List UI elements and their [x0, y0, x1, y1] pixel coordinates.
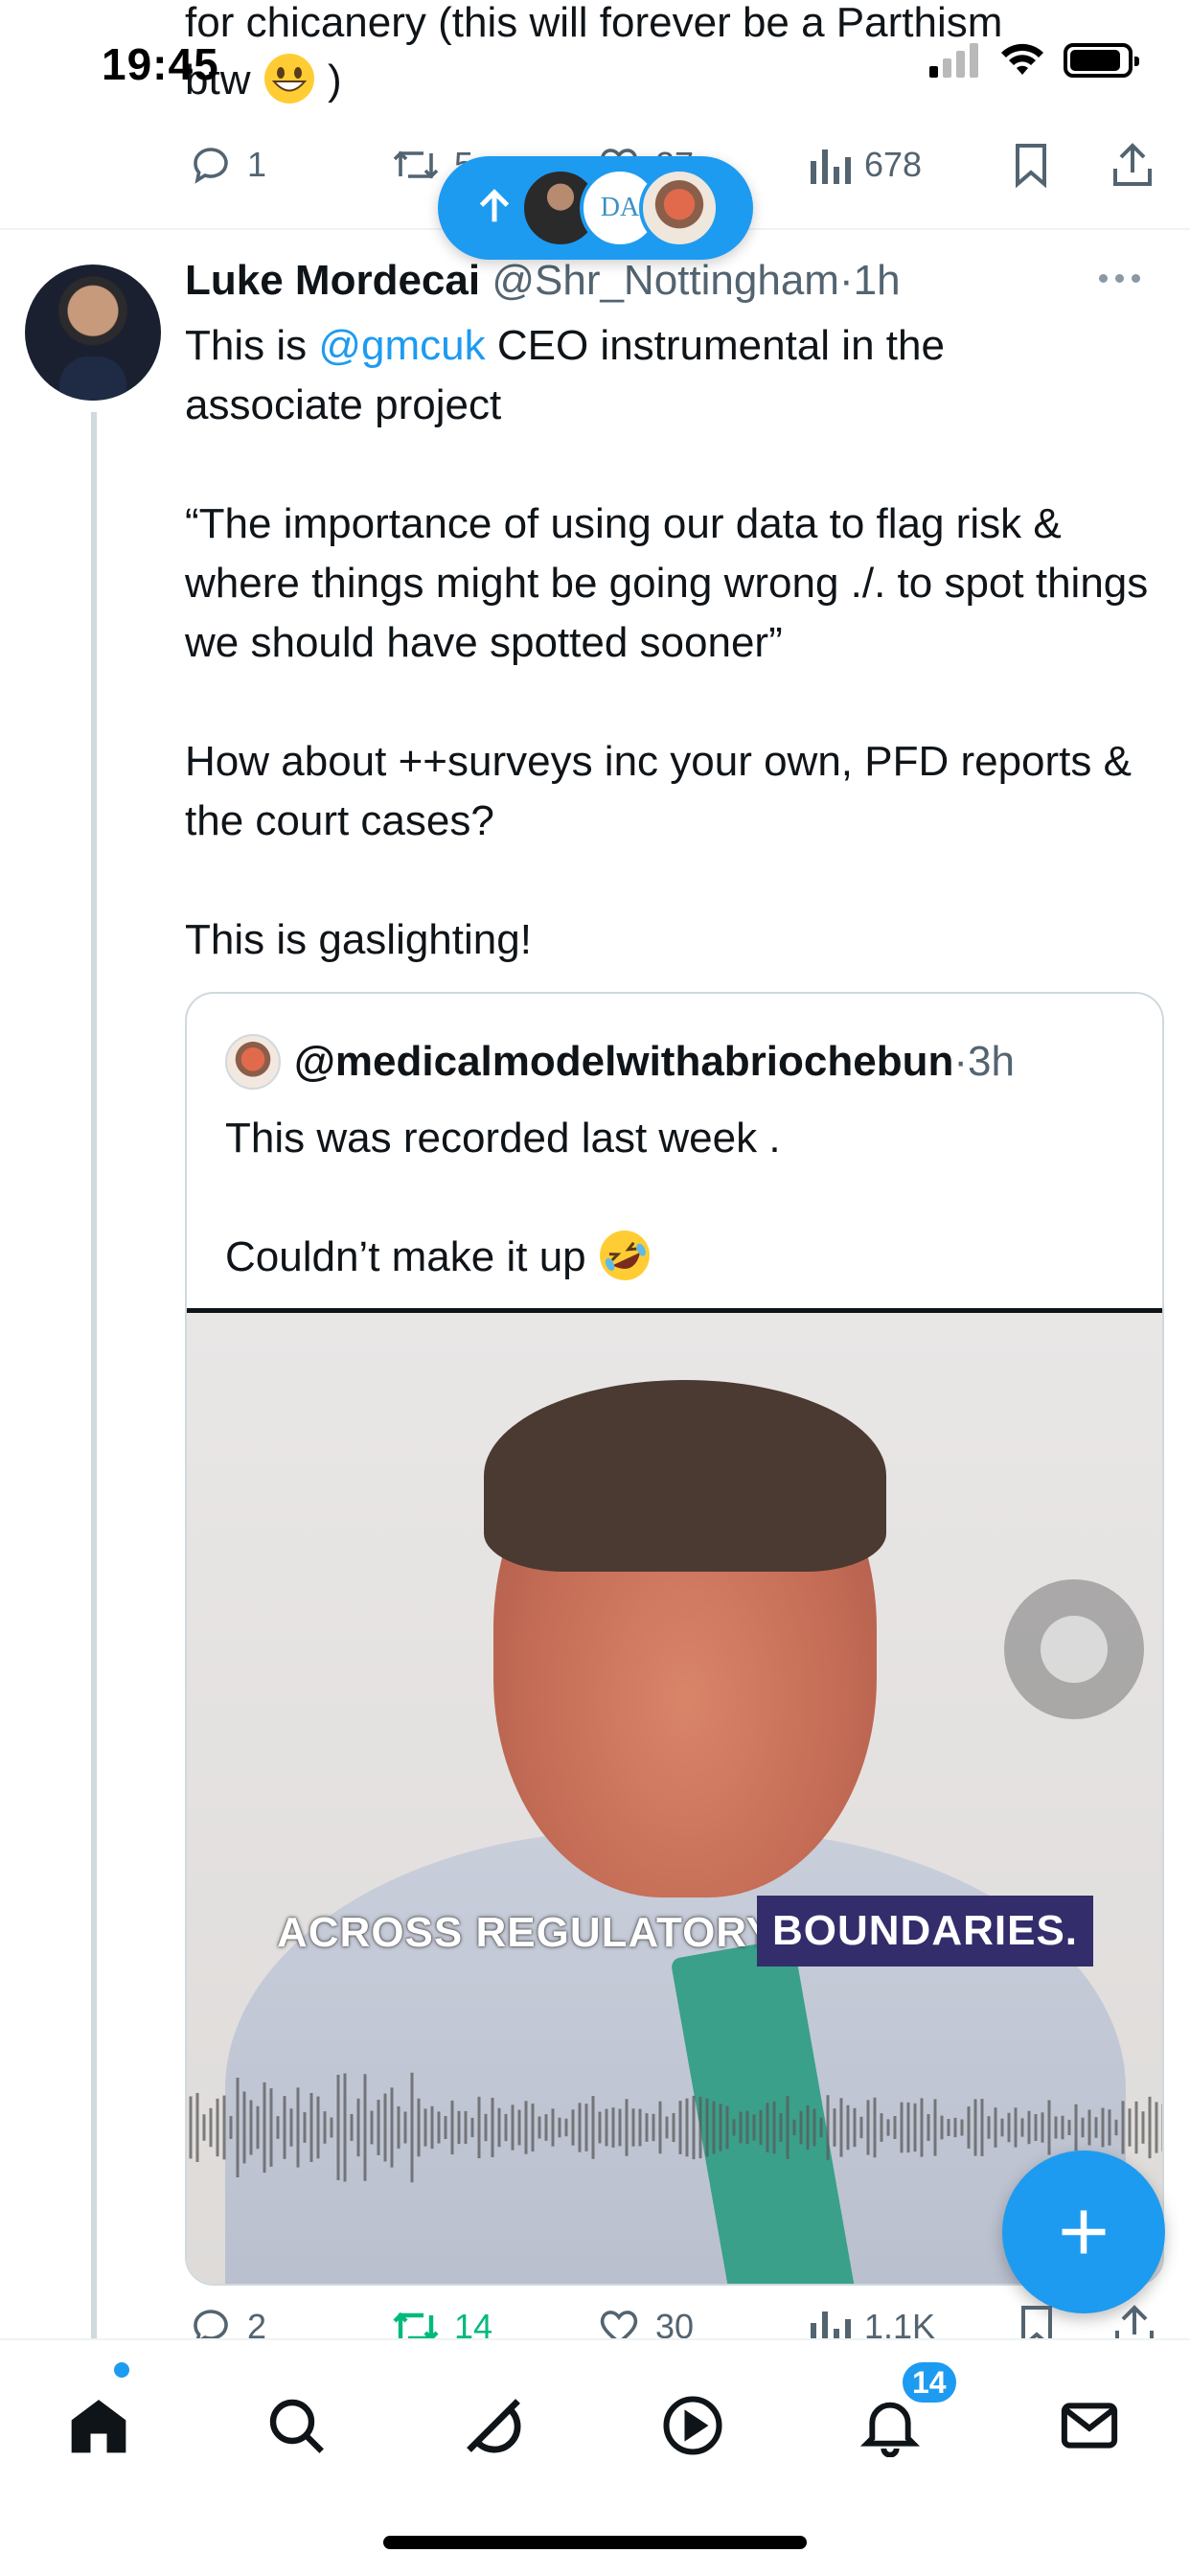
cellular-signal-icon	[929, 43, 978, 78]
play-indicator-icon[interactable]	[1004, 1579, 1144, 1719]
video-icon	[663, 2396, 722, 2455]
svg-text:DA: DA	[601, 193, 640, 222]
post-reply-button[interactable]: 2	[188, 2304, 266, 2340]
more-options-icon[interactable]	[1099, 274, 1140, 283]
views-icon	[811, 150, 851, 184]
post-bookmark-button[interactable]	[1018, 2304, 1056, 2340]
author-avatar[interactable]	[25, 264, 161, 401]
quote-line-2: Couldn’t make it up	[225, 1228, 1126, 1287]
post-header: Luke Mordecai @Shr_Nottingham·1h	[185, 257, 901, 305]
post-like-button[interactable]: 30	[596, 2304, 694, 2340]
heart-icon	[600, 2311, 638, 2340]
home-unread-dot	[114, 2362, 129, 2378]
post-paragraph-3: How about ++surveys inc your own, PFD re…	[185, 738, 1132, 844]
bookmark-button[interactable]	[1012, 142, 1050, 188]
rofl-emoji-icon	[599, 1230, 650, 1280]
search-icon	[269, 2399, 324, 2453]
messages-icon	[1061, 2403, 1118, 2449]
battery-icon	[1064, 43, 1139, 78]
compose-button[interactable]	[1002, 2150, 1165, 2313]
video-caption-2: BOUNDARIES.	[757, 1896, 1094, 1966]
post-paragraph-2: “The importance of using our data to fla…	[185, 500, 1149, 666]
share-button[interactable]	[1111, 142, 1154, 188]
bookmark-icon	[1016, 144, 1046, 188]
new-posts-pill[interactable]: DA	[438, 156, 753, 260]
audio-waveform	[189, 2072, 1162, 2183]
video-figure-hair	[484, 1380, 886, 1572]
share-icon	[1115, 2305, 1154, 2340]
tab-search[interactable]	[253, 2382, 339, 2469]
status-time: 19:45	[102, 39, 219, 89]
quoted-post-card[interactable]: @medicalmodelwithabriochebun · 3h This was…	[185, 992, 1164, 2286]
status-icons	[929, 42, 1139, 79]
repost-icon	[393, 150, 439, 179]
quote-avatar	[225, 1034, 281, 1090]
status-bar: 19:45	[0, 0, 1190, 125]
mention-link[interactable]: @gmcuk	[318, 322, 485, 369]
share-icon	[1113, 143, 1152, 186]
post-line-2: associate project	[185, 381, 502, 428]
quote-separator: ·	[953, 1038, 968, 1085]
header-separator: ·	[838, 257, 854, 304]
arrow-up-icon	[479, 189, 510, 222]
repost-icon	[393, 2312, 439, 2340]
quote-text: This was recorded last week . Couldn’t m…	[225, 1109, 1126, 1287]
reply-icon	[194, 2310, 228, 2340]
quote-handle: @medicalmodelwithabriochebun	[294, 1038, 954, 1085]
post-body: This is @gmcuk CEO instrumental in the a…	[185, 316, 1162, 970]
author-handle[interactable]: @Shr_Nottingham	[492, 257, 839, 304]
quote-line-1: This was recorded last week .	[225, 1115, 781, 1162]
post-paragraph-4: This is gaslighting!	[185, 916, 532, 963]
plus-icon	[1062, 2210, 1106, 2254]
tab-grok[interactable]	[450, 2382, 537, 2469]
post-share-button[interactable]	[1113, 2304, 1156, 2340]
thread-line	[91, 412, 97, 2338]
post-time[interactable]: 1h	[854, 257, 901, 304]
post-repost-button[interactable]: 14	[391, 2304, 492, 2340]
grok-icon	[467, 2399, 521, 2453]
wifi-icon	[1001, 43, 1043, 75]
quote-header: @medicalmodelwithabriochebun · 3h	[225, 1034, 1015, 1090]
video-caption-1: ACROSS REGULATORY	[277, 1909, 775, 1956]
notification-badge: 14	[899, 2358, 960, 2406]
post-views-button[interactable]: 1.1K	[809, 2304, 935, 2340]
home-indicator	[383, 2536, 807, 2549]
tab-video[interactable]	[650, 2382, 736, 2469]
quote-time: 3h	[968, 1038, 1015, 1085]
new-post-avatar-3	[639, 168, 720, 248]
post-line-1: This is @gmcuk CEO instrumental in the	[185, 322, 945, 369]
reply-button[interactable]: 1	[188, 142, 266, 188]
quote-video[interactable]: ACROSS REGULATORY BOUNDARIES.	[187, 1308, 1162, 2284]
views-icon	[811, 2312, 851, 2340]
views-button[interactable]: 678	[809, 142, 922, 188]
tab-messages[interactable]	[1046, 2382, 1133, 2469]
tab-home[interactable]	[56, 2382, 142, 2469]
reply-icon	[194, 148, 228, 184]
bookmark-icon	[1021, 2306, 1052, 2340]
post-actions: 2 14 30 1.1K	[0, 2292, 1190, 2340]
home-icon	[71, 2400, 126, 2453]
author-name[interactable]: Luke Mordecai	[185, 257, 480, 304]
